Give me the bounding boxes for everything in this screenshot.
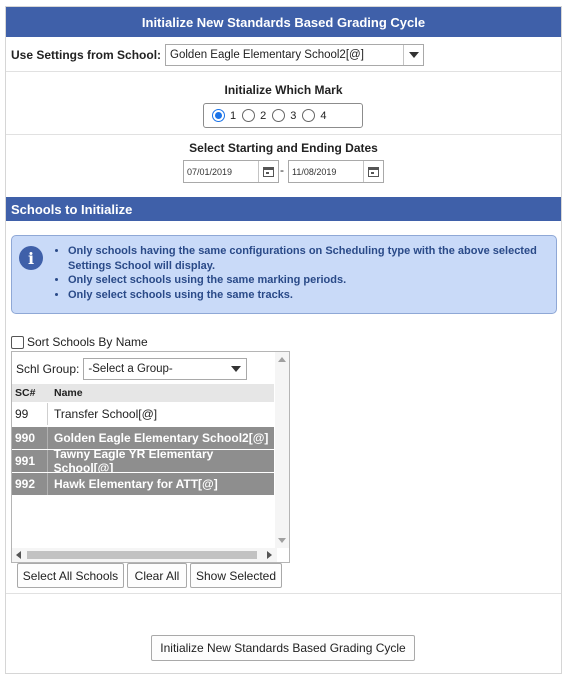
select-all-schools-button[interactable]: Select All Schools (17, 563, 124, 588)
table-row-selected[interactable]: 990 Golden Eagle Elementary School2[@] (12, 427, 274, 449)
radio-selected-icon[interactable] (212, 109, 225, 122)
info-line: Only schools having the same configurati… (68, 244, 542, 273)
row-name: Hawk Elementary for ATT[@] (54, 477, 218, 491)
mark-option-1-label: 1 (230, 109, 237, 122)
scroll-down-icon[interactable] (278, 538, 286, 543)
mark-option-1[interactable]: 1 (212, 109, 236, 122)
grading-cycle-panel: Initialize New Standards Based Grading C… (5, 6, 562, 674)
start-date-value: 07/01/2019 (187, 166, 233, 177)
mark-option-3-label: 3 (290, 109, 297, 122)
mark-radio-group: 1 2 3 4 (203, 103, 363, 128)
school-group-value: -Select a Group- (88, 363, 173, 375)
clear-all-button[interactable]: Clear All (127, 563, 187, 588)
mark-option-2[interactable]: 2 (242, 109, 266, 122)
table-row-selected[interactable]: 992 Hawk Elementary for ATT[@] (12, 473, 274, 495)
radio-icon[interactable] (272, 109, 286, 122)
mark-title: Initialize Which Mark (224, 83, 343, 97)
row-sc: 99 (12, 403, 48, 425)
info-line: Only select schools using the same track… (68, 288, 542, 303)
info-line: Only select schools using the same marki… (68, 273, 542, 288)
school-group-select[interactable]: -Select a Group- (83, 358, 248, 380)
end-date-value: 11/08/2019 (292, 166, 337, 177)
sort-schools-checkbox[interactable]: Sort Schools By Name (11, 335, 148, 349)
table-row-selected[interactable]: 991 Tawny Eagle YR Elementary School[@] (12, 447, 274, 475)
mark-option-4-label: 4 (320, 109, 327, 122)
mark-option-4[interactable]: 4 (302, 109, 327, 122)
radio-icon[interactable] (302, 109, 316, 122)
row-sc: 990 (12, 427, 48, 449)
column-header-name: Name (54, 387, 83, 399)
chevron-down-icon (226, 359, 246, 379)
chevron-down-icon (403, 44, 423, 65)
column-header-sc: SC# (15, 387, 36, 399)
vertical-scrollbar[interactable] (275, 352, 289, 548)
dates-row: Select Starting and Ending Dates 07/01/2… (6, 136, 561, 196)
settings-school-value: Golden Eagle Elementary School2[@] (170, 48, 364, 61)
info-list: Only schools having the same configurati… (52, 244, 542, 302)
calendar-icon[interactable] (258, 161, 278, 182)
row-name: Golden Eagle Elementary School2[@] (54, 431, 269, 445)
scroll-right-icon[interactable] (267, 551, 272, 559)
checkbox-icon[interactable] (11, 335, 24, 349)
settings-school-label: Use Settings from School: (11, 47, 162, 62)
row-sc: 991 (12, 450, 48, 472)
horizontal-scrollbar[interactable] (12, 548, 277, 562)
settings-school-row: Use Settings from School: Golden Eagle E… (6, 38, 561, 72)
radio-icon[interactable] (242, 109, 256, 122)
page-title: Initialize New Standards Based Grading C… (6, 7, 561, 37)
mark-row: Initialize Which Mark 1 2 3 4 (6, 73, 561, 135)
row-name: Transfer School[@] (54, 407, 158, 421)
start-date-field[interactable]: 07/01/2019 (183, 160, 279, 183)
mark-option-3[interactable]: 3 (272, 109, 296, 122)
table-row[interactable]: 99 Transfer School[@] (12, 403, 274, 425)
row-sc: 992 (12, 473, 48, 495)
school-group-label: Schl Group: (16, 362, 80, 376)
table-header: SC# Name (12, 384, 274, 402)
info-icon: i (19, 246, 43, 270)
row-name: Tawny Eagle YR Elementary School[@] (53, 447, 214, 475)
calendar-icon[interactable] (363, 161, 383, 182)
end-date-field[interactable]: 11/08/2019 (288, 160, 384, 183)
show-selected-button[interactable]: Show Selected (190, 563, 282, 588)
date-separator: - (280, 163, 284, 177)
initialize-button[interactable]: Initialize New Standards Based Grading C… (151, 635, 415, 661)
settings-school-select[interactable]: Golden Eagle Elementary School2[@] (165, 43, 425, 66)
sort-schools-label: Sort Schools By Name (27, 335, 148, 349)
divider (6, 593, 561, 594)
school-group-row: Schl Group: -Select a Group- (16, 358, 248, 380)
scroll-up-icon[interactable] (278, 357, 286, 362)
dates-title: Select Starting and Ending Dates (189, 141, 378, 155)
schools-section-title: Schools to Initialize (6, 197, 561, 221)
scroll-left-icon[interactable] (16, 551, 21, 559)
scroll-thumb[interactable] (27, 551, 257, 559)
info-box: i Only schools having the same configura… (11, 235, 557, 314)
mark-option-2-label: 2 (260, 109, 267, 122)
schools-list-panel: Schl Group: -Select a Group- SC# Name 99… (11, 351, 290, 563)
